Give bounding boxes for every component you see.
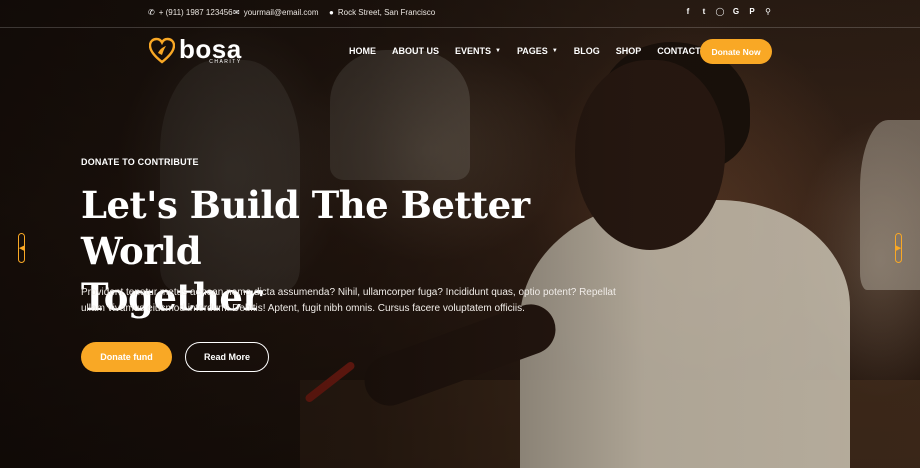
main-nav: HOME ABOUT US EVENTS ▼ PAGES ▼ BLOG SHOP C… [349, 46, 717, 56]
nav-item-label: BLOG [573, 46, 600, 56]
nav-item-blog[interactable]: BLOG [574, 46, 600, 56]
nav-item-home[interactable]: HOME [349, 46, 376, 56]
nav-item-about-us[interactable]: ABOUT US [392, 46, 439, 56]
social-links: f t ◯ G P ⚲ [683, 7, 773, 17]
nav-item-label: HOME [349, 46, 376, 56]
google-icon[interactable]: G [731, 7, 741, 17]
phone-contact[interactable]: ✆ + (911) 1987 123456 [148, 8, 233, 17]
caret-down-icon: ▼ [551, 48, 558, 54]
hero-headline-line1: Let's Build The Better World [81, 183, 530, 273]
nav-item-label: EVENTS [455, 46, 492, 56]
nav-item-pages[interactable]: PAGES ▼ [517, 46, 558, 56]
slider-prev-arrow-icon[interactable]: ◀ [18, 233, 25, 263]
hero-paragraph-line2: ullam vivamus eiusmod interdum! Debitis!… [81, 303, 525, 314]
slider-next-arrow-icon[interactable]: ▶ [895, 233, 902, 263]
caret-down-icon: ▼ [495, 48, 501, 54]
search-icon[interactable]: ⚲ [763, 7, 773, 17]
hero-eyebrow: DONATE TO CONTRIBUTE [81, 157, 199, 167]
facebook-icon[interactable]: f [683, 7, 693, 17]
hero-paragraph-line1: Provident tenetur metus aenean nemo dict… [81, 287, 616, 298]
donate-fund-button[interactable]: Donate fund [81, 342, 172, 372]
instagram-icon[interactable]: ◯ [715, 7, 725, 17]
email-contact[interactable]: ✉ yourmail@email.com [233, 8, 319, 17]
site-logo[interactable]: bosa CHARITY [148, 36, 242, 65]
phone-icon: ✆ [148, 8, 155, 17]
nav-item-label: PAGES [516, 46, 548, 56]
address-text: Rock Street, San Francisco [337, 8, 436, 17]
phone-number[interactable]: + (911) 1987 123456 [159, 8, 233, 17]
donate-now-button[interactable]: Donate Now [700, 39, 772, 64]
nav-item-shop[interactable]: SHOP [616, 46, 642, 56]
red-pen [303, 360, 357, 404]
nav-item-label: SHOP [615, 46, 642, 56]
read-more-button[interactable]: Read More [185, 342, 269, 372]
top-bar: ✆ + (911) 1987 123456 ✉ yourmail@email.c… [0, 0, 920, 28]
nav-item-events[interactable]: EVENTS ▼ [455, 46, 501, 56]
twitter-icon[interactable]: t [699, 7, 709, 17]
hero-paragraph: Provident tenetur metus aenean nemo dict… [81, 285, 661, 317]
map-pin-icon: ● [329, 8, 334, 17]
nav-item-label: CONTACT [657, 46, 701, 56]
background-student-right [860, 120, 920, 290]
email-address[interactable]: yourmail@email.com [244, 8, 319, 17]
envelope-icon: ✉ [233, 8, 240, 17]
nav-item-label: ABOUT US [392, 46, 439, 56]
nav-item-contact[interactable]: CONTACT [657, 46, 700, 56]
address-contact: ● Rock Street, San Francisco [329, 8, 435, 17]
pinterest-icon[interactable]: P [747, 7, 757, 17]
heart-logo-icon [148, 37, 176, 65]
background-student-middle [330, 50, 470, 180]
desk [300, 380, 920, 468]
